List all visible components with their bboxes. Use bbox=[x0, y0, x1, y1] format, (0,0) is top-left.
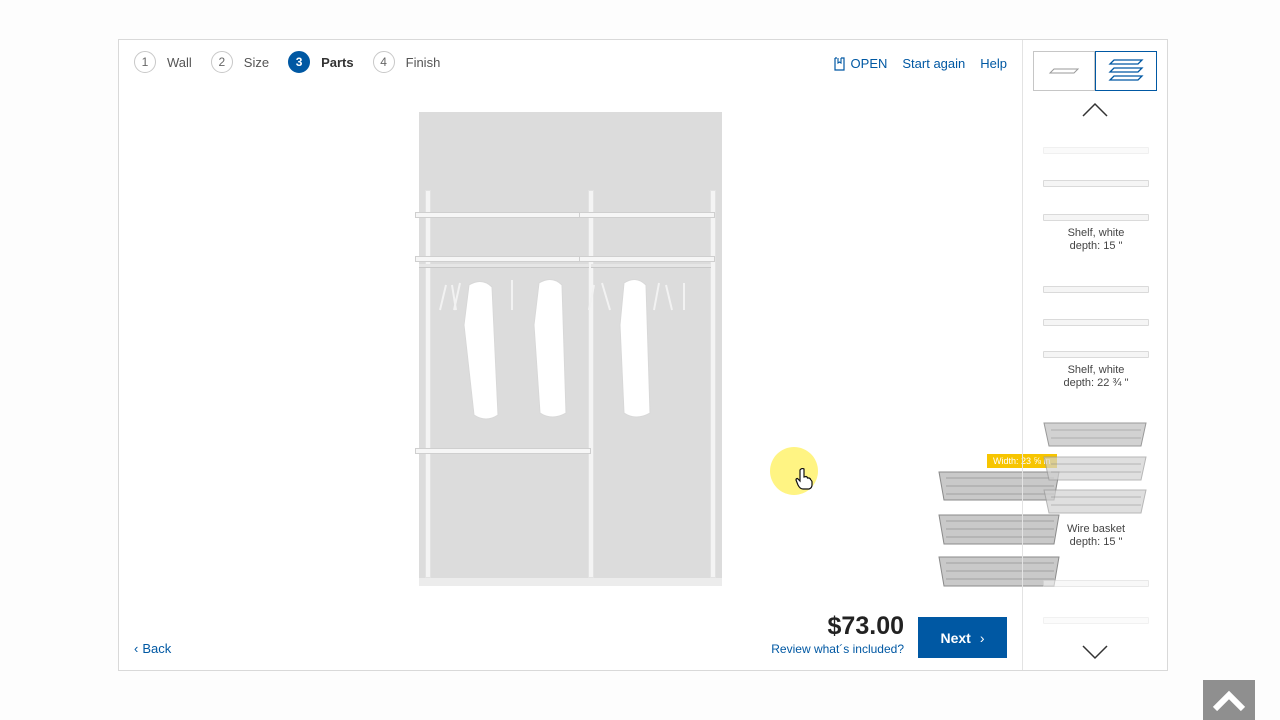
product-item-shelf-15[interactable]: Shelf, white depth: 15 " bbox=[1023, 227, 1169, 253]
step-size[interactable]: 2 Size bbox=[210, 51, 270, 73]
shelf-thumbnail bbox=[1043, 214, 1149, 221]
step-label: Finish bbox=[405, 54, 441, 70]
step-number: 4 bbox=[372, 51, 395, 73]
chevron-left-icon: ‹ bbox=[134, 641, 139, 656]
step-label: Wall bbox=[167, 54, 192, 70]
shelf[interactable] bbox=[579, 212, 715, 218]
review-included-link[interactable]: Review what´s included? bbox=[771, 642, 904, 656]
total-price: $73.00 bbox=[827, 612, 904, 640]
product-depth: depth: 15 " bbox=[1069, 240, 1123, 252]
step-label: Parts bbox=[321, 54, 354, 70]
product-name: Shelf, white bbox=[1067, 227, 1125, 239]
shelf-thumbnail bbox=[1043, 617, 1149, 624]
next-label: Next bbox=[940, 629, 971, 646]
product-depth: depth: 22 ¾ " bbox=[1063, 377, 1129, 389]
step-finish[interactable]: 4 Finish bbox=[372, 51, 441, 73]
product-item-wire-basket[interactable]: Wire basket depth: 15 " bbox=[1023, 523, 1169, 549]
step-number: 3 bbox=[288, 51, 311, 73]
product-name: Wire basket bbox=[1066, 523, 1126, 535]
back-link[interactable]: ‹ Back bbox=[134, 641, 171, 656]
product-panel: Shelf, white depth: 15 " Shelf, white de… bbox=[1022, 40, 1169, 670]
shelf-thumbnail bbox=[1043, 147, 1149, 154]
hanging-clothes bbox=[439, 279, 685, 420]
open-link[interactable]: OPEN bbox=[832, 56, 888, 71]
shelf-thumbnail bbox=[1043, 351, 1149, 358]
product-depth: depth: 15 " bbox=[1069, 536, 1123, 548]
next-button[interactable]: Next › bbox=[918, 617, 1007, 658]
step-wall[interactable]: 1 Wall bbox=[134, 51, 192, 73]
wall-upright[interactable] bbox=[425, 190, 431, 578]
wall-upright[interactable] bbox=[710, 190, 716, 578]
design-area: 1 Wall 2 Size 3 Parts 4 Finish OPEN Star… bbox=[119, 40, 1060, 670]
wire-basket-thumbnail bbox=[1043, 422, 1147, 514]
scroll-to-top-button[interactable] bbox=[1203, 680, 1255, 720]
chevron-down-icon[interactable] bbox=[1081, 644, 1109, 660]
product-name: Shelf, white bbox=[1067, 364, 1125, 376]
single-shelf-icon bbox=[1048, 68, 1080, 74]
step-number: 2 bbox=[210, 51, 233, 73]
shelf[interactable] bbox=[415, 212, 591, 218]
shelf[interactable] bbox=[415, 256, 591, 262]
top-links: OPEN Start again Help bbox=[817, 56, 1007, 71]
chevron-up-icon[interactable] bbox=[1081, 102, 1109, 118]
chevron-right-icon: › bbox=[979, 629, 985, 646]
shelf[interactable] bbox=[415, 448, 591, 454]
step-parts[interactable]: 3 Parts bbox=[288, 51, 354, 73]
single-view-tab[interactable] bbox=[1033, 51, 1095, 91]
step-number: 1 bbox=[134, 51, 156, 73]
stacked-shelves-icon bbox=[1108, 59, 1144, 81]
closet-planner-app: 1 Wall 2 Size 3 Parts 4 Finish OPEN Star… bbox=[118, 39, 1168, 671]
product-item-shelf-22[interactable]: Shelf, white depth: 22 ¾ " bbox=[1023, 364, 1169, 390]
step-navigation: 1 Wall 2 Size 3 Parts 4 Finish bbox=[134, 51, 459, 73]
shelf-thumbnail bbox=[1043, 319, 1149, 326]
open-folder-icon bbox=[833, 56, 845, 71]
shelf-thumbnail bbox=[1043, 180, 1149, 187]
shelf-thumbnail bbox=[1043, 286, 1149, 293]
view-tabs bbox=[1033, 51, 1158, 91]
stacked-view-tab[interactable] bbox=[1095, 51, 1157, 91]
shelf-thumbnail bbox=[1043, 580, 1149, 587]
hand-cursor-icon bbox=[795, 468, 813, 490]
open-label: OPEN bbox=[850, 56, 888, 71]
floor-strip bbox=[419, 578, 722, 586]
step-label: Size bbox=[243, 54, 270, 70]
shelf[interactable] bbox=[579, 256, 715, 262]
help-link[interactable]: Help bbox=[980, 56, 1007, 71]
start-again-link[interactable]: Start again bbox=[902, 56, 965, 71]
back-label: Back bbox=[142, 641, 172, 656]
chevron-up-icon bbox=[1212, 690, 1246, 711]
